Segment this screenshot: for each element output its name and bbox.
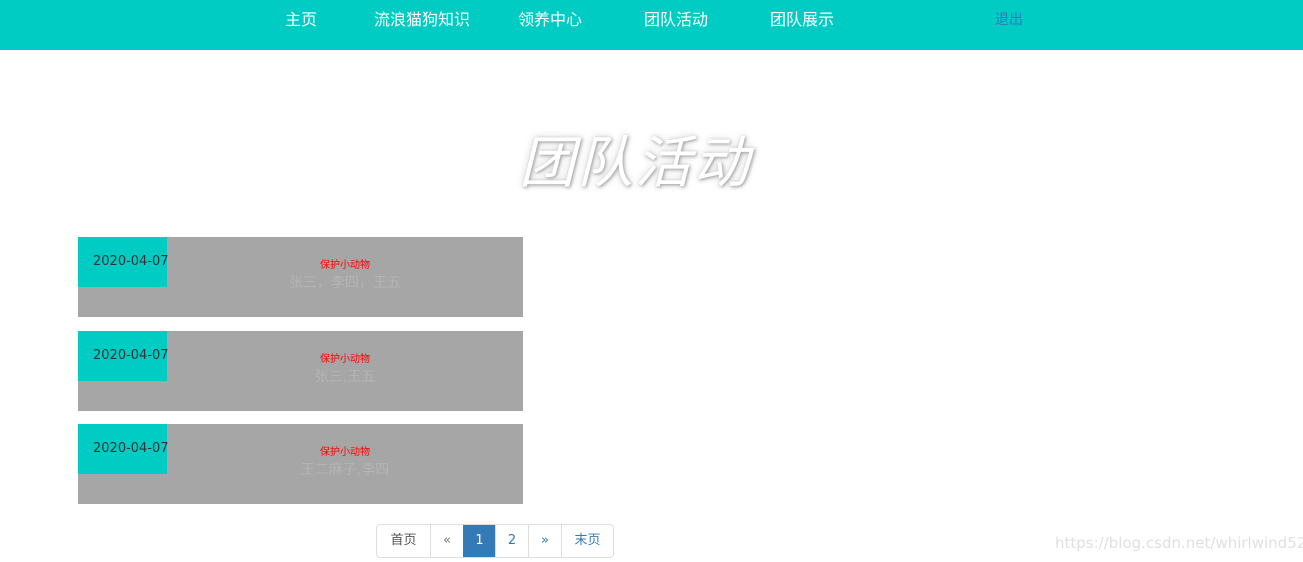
nav-item-home[interactable]: 主页 — [285, 0, 317, 40]
activity-date: 2020-04-07 — [93, 441, 169, 456]
activity-members: 张三，李四，王五 — [289, 275, 401, 291]
top-navbar: 主页 流浪猫狗知识 领养中心 团队活动 团队展示 退出 — [0, 0, 1303, 50]
activity-members: 王二麻子,李四 — [300, 462, 390, 478]
activity-card[interactable]: 2020-04-07 保护小动物 张三,王五 — [78, 331, 523, 411]
next-page-button[interactable]: » — [528, 525, 561, 557]
watermark: https://blog.csdn.net/whirlwind526 — [1055, 534, 1303, 552]
activity-members: 张三,王五 — [314, 369, 376, 385]
activity-title: 保护小动物 — [320, 447, 370, 458]
page-2-button[interactable]: 2 — [495, 525, 528, 557]
activity-date: 2020-04-07 — [93, 254, 169, 269]
page-title: 团队活动 — [519, 131, 751, 196]
activity-card[interactable]: 2020-04-07 保护小动物 张三，李四，王五 — [78, 237, 523, 317]
nav-item-stray-knowledge[interactable]: 流浪猫狗知识 — [374, 0, 470, 40]
pagination: 首页 « 1 2 » 末页 — [376, 524, 614, 558]
page-1-button[interactable]: 1 — [463, 525, 495, 557]
activity-title: 保护小动物 — [320, 354, 370, 365]
nav-item-team-activities[interactable]: 团队活动 — [644, 0, 708, 40]
activity-card[interactable]: 2020-04-07 保护小动物 王二麻子,李四 — [78, 424, 523, 504]
first-page-button[interactable]: 首页 — [377, 525, 430, 557]
prev-page-button[interactable]: « — [430, 525, 463, 557]
logout-link[interactable]: 退出 — [995, 0, 1023, 40]
nav-item-adoption-center[interactable]: 领养中心 — [518, 0, 582, 40]
activity-date: 2020-04-07 — [93, 348, 169, 363]
nav-item-team-showcase[interactable]: 团队展示 — [770, 0, 834, 40]
activity-title: 保护小动物 — [320, 260, 370, 271]
last-page-button[interactable]: 末页 — [561, 525, 613, 557]
